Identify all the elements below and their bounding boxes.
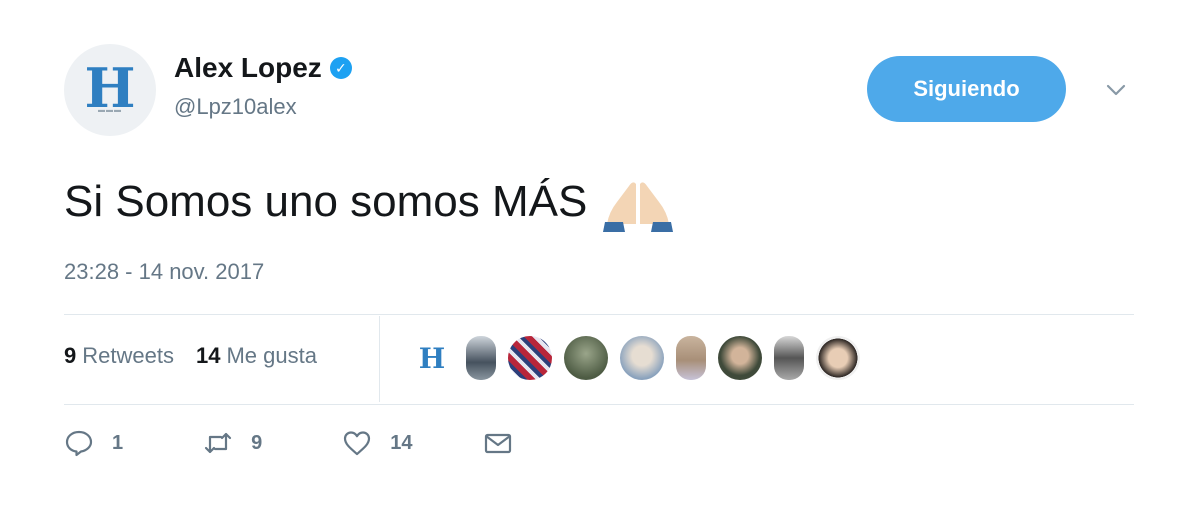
avatar-caption-decoration: ▬▬▬ (98, 107, 122, 114)
author-avatar[interactable]: H ▬▬▬ (64, 44, 156, 136)
author-handle[interactable]: @Lpz10alex (174, 94, 352, 120)
tweet-stats: 9 Retweets 14 Me gusta (64, 343, 317, 369)
chevron-down-icon[interactable] (1102, 78, 1130, 102)
liker-avatar[interactable] (816, 336, 860, 380)
liker-avatar-letter: H (418, 341, 446, 375)
retweets-label[interactable]: Retweets (82, 343, 174, 369)
stats-bottom-divider (64, 404, 1134, 405)
verified-badge-icon: ✓ (329, 57, 352, 79)
author-display-name[interactable]: Alex Lopez (174, 52, 322, 84)
likes-label[interactable]: Me gusta (226, 343, 317, 369)
stats-top-divider (64, 314, 1134, 315)
tweet-timestamp[interactable]: 23:28 - 14 nov. 2017 (64, 259, 264, 285)
direct-message-action[interactable] (483, 428, 513, 458)
reply-action[interactable]: 1 (64, 428, 123, 458)
liker-avatar[interactable] (620, 336, 664, 380)
author-info: Alex Lopez ✓ @Lpz10alex (174, 52, 352, 120)
like-action[interactable]: 14 (342, 428, 413, 458)
liker-avatars: H (410, 336, 860, 380)
tweet-text: Si Somos uno somos MÁS (64, 177, 588, 226)
like-count: 14 (390, 431, 413, 454)
liker-avatar[interactable] (564, 336, 608, 380)
retweet-icon (205, 432, 232, 454)
retweets-count[interactable]: 9 (64, 343, 76, 369)
liker-avatar[interactable] (508, 336, 552, 380)
liker-avatar[interactable] (466, 336, 496, 380)
retweet-count: 9 (251, 431, 263, 454)
tweet-actions: 1 9 14 (64, 428, 513, 458)
reply-count: 1 (112, 431, 124, 454)
envelope-icon (484, 433, 511, 454)
tweet-body: Si Somos uno somos MÁS (64, 172, 674, 232)
retweet-action[interactable]: 9 (203, 428, 262, 458)
likes-count[interactable]: 14 (196, 343, 220, 369)
liker-avatar[interactable]: H (410, 336, 454, 380)
reply-icon (65, 430, 93, 457)
folded-hands-icon (603, 182, 674, 232)
liker-avatar[interactable] (774, 336, 804, 380)
liker-avatar[interactable] (718, 336, 762, 380)
following-button[interactable]: Siguiendo (867, 56, 1066, 122)
liker-avatar[interactable] (676, 336, 706, 380)
heart-icon (344, 431, 371, 456)
stats-vertical-divider (379, 316, 380, 402)
